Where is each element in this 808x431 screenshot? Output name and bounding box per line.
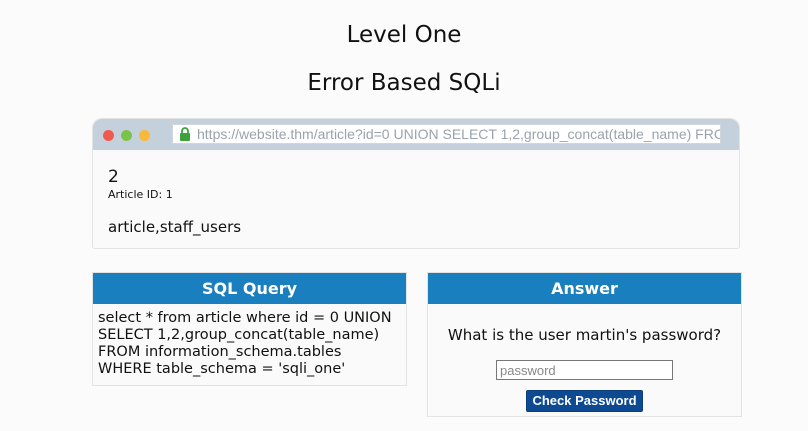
answer-question: What is the user martin's password? [447,326,722,344]
page-subtitle: Error Based SQLi [307,70,501,96]
browser-toolbar: https://website.thm/article?id=0 UNION S… [93,119,739,150]
sql-line: SELECT 1,2,group_concat(table_name) [98,327,380,343]
answer-panel: Answer What is the user martin's passwor… [427,272,742,417]
level-title: Level One [346,22,462,48]
article-id: Article ID: 1 [108,188,173,201]
sql-line: select * from article where id = 0 UNION [98,310,392,326]
check-password-button[interactable]: Check Password [526,390,643,412]
maximize-window-dot [121,130,132,141]
sql-query-panel: SQL Query select * from article where id… [92,272,407,386]
address-url: https://website.thm/article?id=0 UNION S… [197,126,721,142]
sql-query-text: select * from article where id = 0 UNION… [93,304,406,384]
sql-line: WHERE table_schema = 'sqli_one' [98,361,346,377]
article-number: 2 [108,167,119,187]
close-window-dot [103,130,114,141]
answer-header: Answer [428,273,741,304]
article-content: 2 Article ID: 1 article,staff_users [93,150,739,248]
query-result: article,staff_users [108,218,242,236]
sql-line: FROM information_schema.tables [98,344,342,360]
minimize-window-dot [139,130,150,141]
sql-query-header: SQL Query [93,273,406,304]
address-bar[interactable]: https://website.thm/article?id=0 UNION S… [172,124,721,144]
lock-icon [180,127,190,141]
browser-mockup: https://website.thm/article?id=0 UNION S… [92,118,740,249]
password-input[interactable] [496,360,673,380]
